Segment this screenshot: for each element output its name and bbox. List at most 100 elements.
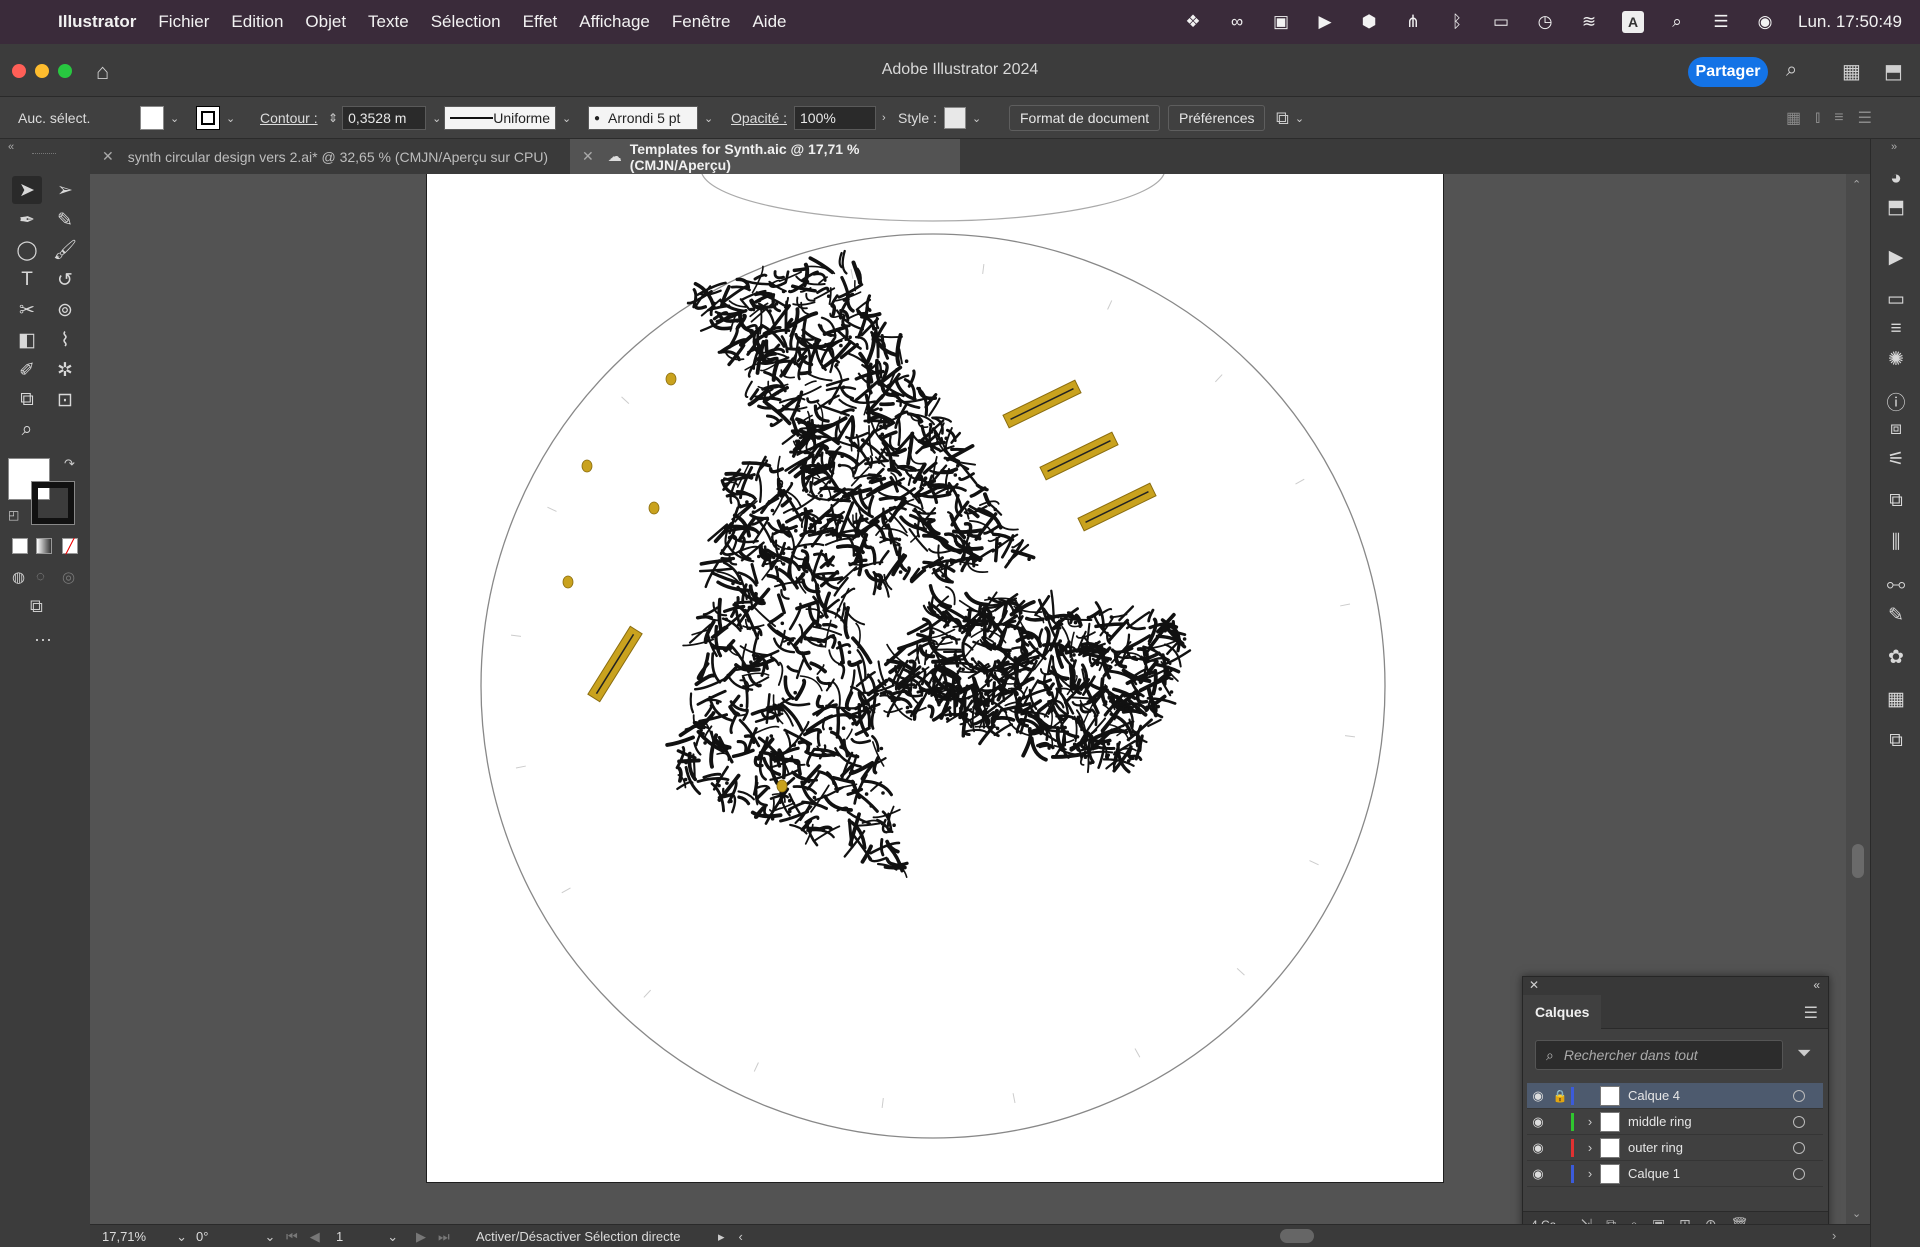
layer-name[interactable]: Calque 1 xyxy=(1628,1166,1793,1181)
color-panel-icon[interactable]: ◕ xyxy=(1884,167,1908,191)
stroke-swatch[interactable] xyxy=(196,106,220,130)
info-panel-icon[interactable]: ⓘ xyxy=(1884,389,1908,414)
siri-icon[interactable]: ◉ xyxy=(1754,11,1776,33)
close-tab-icon[interactable]: ✕ xyxy=(102,148,114,165)
app-menu[interactable]: Illustrator xyxy=(58,12,136,32)
screen-mode-icon[interactable]: ⧉ xyxy=(30,596,43,617)
menu-selection[interactable]: Sélection xyxy=(431,12,501,32)
menu-texte[interactable]: Texte xyxy=(368,12,409,32)
opacity-input[interactable]: 100% xyxy=(794,106,876,130)
default-colors-icon[interactable]: ◰ xyxy=(8,508,19,522)
properties-panel-icon[interactable]: ⚟ xyxy=(1884,447,1908,471)
lock-icon[interactable]: 🔒 xyxy=(1549,1089,1571,1103)
scissors-tool-icon[interactable]: ✂ xyxy=(12,296,42,324)
zoom-dropdown-icon[interactable]: ⌄ xyxy=(176,1229,187,1245)
stroke-profile-select[interactable]: Uniforme xyxy=(444,106,556,130)
expand-chevron-icon[interactable]: › xyxy=(1580,1140,1600,1155)
none-mode-icon[interactable]: ╱ xyxy=(62,538,78,554)
pen-tool-icon[interactable]: ✒ xyxy=(12,206,42,234)
artboard[interactable] xyxy=(426,174,1444,1183)
swatches-panel-icon[interactable]: ⬒ xyxy=(1884,195,1908,219)
filter-icon[interactable]: ⏷ xyxy=(1797,1043,1811,1064)
tab-document-2[interactable]: ✕ ☁ Templates for Synth.aic @ 17,71 % (C… xyxy=(570,139,960,174)
layer-name[interactable]: outer ring xyxy=(1628,1140,1793,1155)
k-app-icon[interactable]: ⬢ xyxy=(1358,11,1380,33)
direct-selection-tool-icon[interactable]: ➢ xyxy=(50,176,80,204)
wifi-icon[interactable]: ≋ xyxy=(1578,11,1600,33)
visibility-eye-icon[interactable]: ◉ xyxy=(1527,1088,1549,1104)
expand-chevron-icon[interactable]: › xyxy=(1580,1114,1600,1129)
stroke-profile-dropdown-icon[interactable]: ⌄ xyxy=(562,112,571,125)
panel-menu-icon[interactable]: ☰ xyxy=(1804,1003,1818,1023)
creative-cloud-icon[interactable]: ∞ xyxy=(1226,11,1248,33)
vertical-scrollbar[interactable]: ⌃ ⌄ xyxy=(1846,174,1870,1224)
draw-behind-icon[interactable]: ◌ xyxy=(36,568,45,585)
app-status-icon[interactable]: ▣ xyxy=(1270,11,1292,33)
width-tool-icon[interactable]: ⌇ xyxy=(50,326,80,354)
toolbar-grip[interactable] xyxy=(32,153,56,156)
layers-tab[interactable]: Calques xyxy=(1523,995,1602,1029)
more-options-icon[interactable]: ≡ xyxy=(1834,109,1843,127)
layers-panel-icon[interactable]: ⧉ xyxy=(1884,729,1908,753)
horizontal-scroll-thumb[interactable] xyxy=(1280,1229,1314,1243)
graphic-style-swatch[interactable] xyxy=(944,107,966,129)
next-artboard-icon[interactable]: ▶ xyxy=(416,1229,426,1245)
preferences-button[interactable]: Préférences xyxy=(1168,105,1266,131)
stroke-dropdown-icon[interactable]: ⌄ xyxy=(226,112,235,125)
time-machine-icon[interactable]: ◷ xyxy=(1534,11,1556,33)
opacity-label[interactable]: Opacité : xyxy=(731,97,787,139)
transform-options-icon[interactable]: ⧉ xyxy=(1276,108,1289,129)
menu-edition[interactable]: Edition xyxy=(231,12,283,32)
layer-row[interactable]: ◉ › middle ring xyxy=(1527,1109,1823,1135)
artboard-dropdown-icon[interactable]: ⌄ xyxy=(387,1229,398,1245)
scroll-down-icon[interactable]: ⌄ xyxy=(1852,1207,1861,1220)
control-center-icon[interactable]: ☰ xyxy=(1710,11,1732,33)
ellipse-tool-icon[interactable]: ◯ xyxy=(12,236,42,264)
stroke-color-box[interactable] xyxy=(32,482,74,524)
rotation-value[interactable]: 0° xyxy=(196,1229,208,1244)
visibility-eye-icon[interactable]: ◉ xyxy=(1527,1166,1549,1182)
first-artboard-icon[interactable]: ⏮ xyxy=(286,1229,298,1245)
swap-fill-stroke-icon[interactable]: ↷ xyxy=(64,456,75,472)
search-icon[interactable]: ⌕ xyxy=(1786,59,1797,82)
dropbox-icon[interactable]: ❖ xyxy=(1182,11,1204,33)
layers-panel-header[interactable]: ✕ « xyxy=(1523,977,1828,995)
symbols-panel-icon[interactable]: ⧟ xyxy=(1884,573,1908,597)
paintbrush-tool-icon[interactable]: 🖌 xyxy=(50,236,80,264)
vertical-scroll-thumb[interactable] xyxy=(1852,844,1864,878)
zoom-level[interactable]: 17,71% xyxy=(102,1229,146,1244)
layer-name[interactable]: Calque 4 xyxy=(1628,1088,1793,1103)
menu-aide[interactable]: Aide xyxy=(752,12,786,32)
panel-menu-icon[interactable]: ☰ xyxy=(1858,108,1872,128)
expand-panels-icon[interactable]: » xyxy=(1891,141,1897,153)
layer-target-icon[interactable] xyxy=(1793,1167,1805,1180)
contour-label[interactable]: Contour : xyxy=(260,97,318,139)
collapse-panel-icon[interactable]: « xyxy=(1813,978,1820,992)
visibility-eye-icon[interactable]: ◉ xyxy=(1527,1114,1549,1130)
stroke-weight-dropdown-icon[interactable]: ⌄ xyxy=(432,112,441,125)
stroke-panel-icon[interactable]: ≡ xyxy=(1884,317,1908,341)
menu-effet[interactable]: Effet xyxy=(523,12,558,32)
stroke-weight-input[interactable]: 0,3528 m xyxy=(342,106,427,130)
menu-fichier[interactable]: Fichier xyxy=(158,12,209,32)
visibility-eye-icon[interactable]: ◉ xyxy=(1527,1140,1549,1156)
align-icon[interactable]: ▦ xyxy=(1786,108,1801,128)
artboards-panel-icon[interactable]: ▦ xyxy=(1884,687,1908,711)
last-artboard-icon[interactable]: ⏭ xyxy=(438,1229,450,1245)
shape-builder-tool-icon[interactable]: ⧉ xyxy=(12,386,42,414)
type-tool-icon[interactable]: T xyxy=(12,266,42,294)
rotation-dropdown-icon[interactable]: ⌄ xyxy=(264,1229,275,1245)
scroll-up-icon[interactable]: ⌃ xyxy=(1852,178,1861,191)
brush-dropdown-icon[interactable]: ⌄ xyxy=(704,112,713,125)
appearance-panel-icon[interactable]: ✺ xyxy=(1884,347,1908,371)
eyedropper-tool-icon[interactable]: ✐ xyxy=(12,356,42,384)
fill-dropdown-icon[interactable]: ⌄ xyxy=(170,112,179,125)
layer-target-icon[interactable] xyxy=(1793,1089,1805,1102)
selection-tool-icon[interactable]: ➤ xyxy=(12,176,42,204)
brush-select[interactable]: ● Arrondi 5 pt xyxy=(588,106,698,130)
spotlight-search-icon[interactable]: ⌕ xyxy=(1666,11,1688,33)
prev-artboard-icon[interactable]: ◀ xyxy=(310,1229,320,1245)
scroll-left-icon[interactable]: ‹ xyxy=(739,1229,743,1244)
network-icon[interactable]: ⋔ xyxy=(1402,11,1424,33)
draw-normal-icon[interactable]: ◍ xyxy=(12,568,25,586)
